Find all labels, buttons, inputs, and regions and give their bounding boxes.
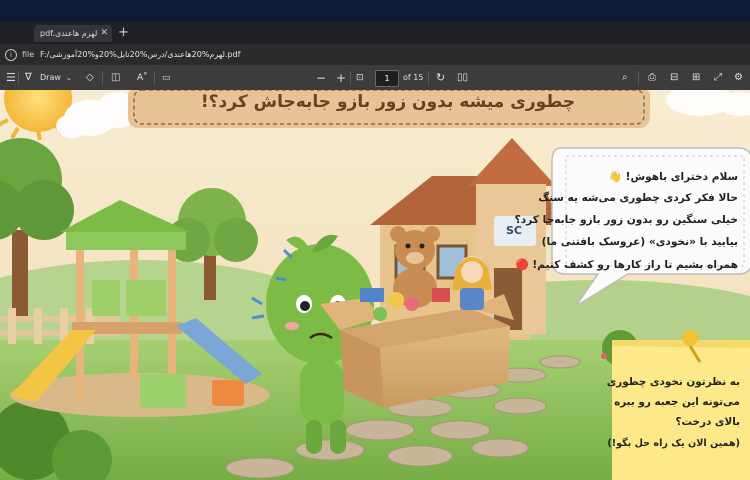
new-tab-icon[interactable]: + bbox=[118, 24, 129, 42]
tab-close-icon[interactable]: ✕ bbox=[100, 25, 108, 42]
cloud-icon bbox=[666, 90, 750, 116]
rotate-icon[interactable]: ↻ bbox=[436, 66, 445, 90]
sticky-line: (همین الان یک راه حل بگو!) bbox=[607, 438, 740, 449]
zoom-in-button[interactable]: + bbox=[336, 66, 346, 90]
draw-dropdown-icon[interactable]: ⌄ bbox=[66, 66, 72, 90]
draw-button[interactable]: Draw bbox=[40, 66, 61, 90]
save-as-icon[interactable]: ⊞ bbox=[692, 66, 700, 90]
tab-pdf-document[interactable]: pdf.لهرم هاعندی ✕ bbox=[34, 25, 112, 42]
sticky-line: می‌تونه این جعبه رو ببره bbox=[614, 396, 740, 408]
bubble-line: همراه بشیم تا راز کارها رو کشف کنیم! 🔴 bbox=[515, 259, 738, 271]
toolbar-divider bbox=[638, 71, 639, 85]
draw-icon[interactable]: ∇ bbox=[25, 66, 32, 90]
save-icon[interactable]: ⊟ bbox=[670, 66, 678, 90]
sticky-line: به نظرتون نخودی چطوری bbox=[606, 376, 740, 388]
read-aloud-icon[interactable]: A˚ bbox=[137, 66, 148, 90]
sticky-line: بالای درخت؟ bbox=[675, 416, 740, 428]
site-info-icon[interactable]: i bbox=[5, 49, 17, 61]
zoom-out-button[interactable]: − bbox=[316, 66, 326, 90]
fullscreen-icon[interactable]: ⤢ bbox=[714, 66, 722, 90]
browser-tab-bar: pdf.لهرم هاعندی ✕ + bbox=[0, 22, 750, 45]
title-banner: چطوری میشه بدون زور بازو جابه‌جاش کرد؟! bbox=[128, 90, 648, 126]
bubble-line: خیلی سنگین رو بدون زور بازو جابه‌جا کرد؟ bbox=[514, 214, 738, 226]
sticky-note: به نظرتون نخودی چطوری می‌تونه این جعبه ر… bbox=[607, 338, 750, 480]
page-view-icon[interactable]: ▭ bbox=[162, 66, 171, 90]
slide-title: چطوری میشه بدون زور بازو جابه‌جاش کرد؟! bbox=[200, 92, 576, 112]
two-page-icon[interactable]: ▯▯ bbox=[457, 66, 468, 90]
bubble-line: بیایید با «نخودی» (عروسک بافتنی ما) bbox=[541, 236, 738, 248]
pdf-toolbar: ☰ ∇ Draw ⌄ ◇ ◫ A˚ ▭ − + ⊡ 1 of 15 ↻ ▯▯ ⌕… bbox=[0, 66, 750, 90]
bubble-line: حالا فکر کردی چطوری می‌شه یه سنگ bbox=[538, 192, 738, 204]
url-text[interactable]: F:/لهرم%20هاعندی/درس%20تابل%20و%20آموزشی… bbox=[40, 45, 240, 65]
fit-page-icon[interactable]: ⊡ bbox=[356, 66, 364, 90]
settings-gear-icon[interactable]: ⚙ bbox=[734, 66, 743, 90]
speech-bubble: سلام دخترای باهوش! 👋 حالا فکر کردی چطوری… bbox=[515, 142, 750, 278]
toolbar-divider bbox=[154, 71, 155, 85]
tab-title: pdf.لهرم هاعندی bbox=[40, 29, 98, 38]
toolbar-divider bbox=[102, 71, 103, 85]
page-number-input[interactable]: 1 bbox=[375, 70, 399, 87]
page-total: of 15 bbox=[403, 73, 424, 82]
url-scheme: file bbox=[22, 50, 35, 59]
print-icon[interactable]: ⎙ bbox=[648, 66, 656, 90]
address-bar[interactable]: i file F:/لهرم%20هاعندی/درس%20تابل%20و%2… bbox=[0, 45, 750, 66]
bubble-line: سلام دخترای باهوش! 👋 bbox=[608, 171, 738, 183]
contents-menu-icon[interactable]: ☰ bbox=[6, 66, 16, 90]
view-icon[interactable]: ◫ bbox=[111, 66, 120, 90]
toolbar-divider bbox=[428, 71, 429, 85]
window-top-strip bbox=[0, 0, 750, 22]
erase-icon[interactable]: ◇ bbox=[86, 66, 94, 90]
search-icon[interactable]: ⌕ bbox=[622, 66, 628, 90]
toolbar-divider bbox=[350, 71, 351, 85]
toolbar-divider bbox=[18, 71, 19, 85]
pdf-page-viewport[interactable]: چطوری میشه بدون زور بازو جابه‌جاش کرد؟! … bbox=[0, 90, 750, 480]
